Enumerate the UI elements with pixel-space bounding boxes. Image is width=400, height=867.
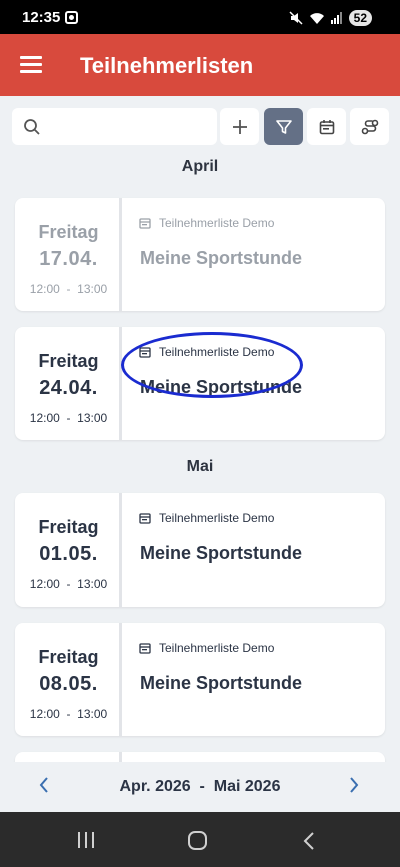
event-weekday: Freitag [38, 351, 99, 371]
event-end: 13:00 [77, 411, 108, 425]
calendar-icon [139, 643, 151, 654]
search-input[interactable] [50, 114, 210, 139]
menu-icon[interactable] [20, 56, 42, 73]
back-button[interactable] [302, 831, 316, 851]
event-end: 13:00 [77, 707, 108, 721]
page-title: Teilnehmerlisten [80, 53, 254, 78]
event-name: Meine Sportstunde [140, 673, 303, 693]
event-times: 12:00 - 13:00 [29, 707, 108, 721]
event-date: 08.05. [39, 673, 98, 695]
status-time: 12:35 [22, 9, 61, 26]
search-box[interactable] [12, 108, 217, 145]
event-date-panel: Freitag 08.05. 12:00 - 13:00 [15, 623, 122, 736]
event-date-panel: Freitag 24.04. 12:00 - 13:00 [15, 327, 122, 440]
event-date: 01.05. [39, 543, 98, 565]
event-weekday: Freitag [38, 517, 99, 537]
event-times: 12:00 - 13:00 [29, 577, 108, 591]
event-card[interactable]: Freitag 17.04. 12:00 - 13:00 Teilnehmerl… [15, 198, 385, 311]
range-separator: - [199, 778, 205, 795]
event-date-panel: Freitag 01.05. 12:00 - 13:00 [15, 493, 122, 607]
range-start: Apr. 2026 [119, 778, 191, 795]
signal-icon [330, 12, 342, 24]
status-bar: 12:35 52 [0, 0, 400, 34]
battery-indicator: 52 [348, 10, 372, 26]
toolbar [12, 108, 390, 145]
filter-button[interactable] [264, 108, 303, 145]
date-range-label: Apr. 2026 - Mai 2026 [0, 778, 400, 796]
event-weekday: Freitag [38, 222, 99, 242]
status-icons: 52 [289, 10, 372, 26]
wifi-icon [309, 12, 324, 24]
recent-apps-button[interactable] [78, 832, 94, 848]
app-bar: Teilnehmerlisten [0, 34, 400, 96]
add-button[interactable] [220, 108, 259, 145]
event-list-label: Teilnehmerliste Demo [139, 641, 274, 655]
route-button[interactable] [350, 108, 389, 145]
event-start: 12:00 [29, 707, 60, 721]
plus-icon [232, 119, 247, 134]
event-card[interactable]: Freitag 01.05. 12:00 - 13:00 Teilnehmerl… [15, 493, 385, 607]
event-list-name: Teilnehmerliste Demo [159, 641, 275, 655]
event-date: 24.04. [39, 377, 98, 399]
route-icon [361, 119, 378, 134]
event-list-label: Teilnehmerliste Demo [139, 216, 274, 230]
event-list-name: Teilnehmerliste Demo [159, 216, 275, 230]
event-card[interactable]: Freitag 08.05. 12:00 - 13:00 Teilnehmerl… [15, 623, 385, 736]
search-icon [24, 119, 40, 135]
highlight-annotation [121, 332, 303, 398]
date-range-footer: Apr. 2026 - Mai 2026 [0, 762, 400, 812]
month-header-april: April [181, 158, 219, 175]
filter-icon [275, 119, 292, 134]
event-list-name: Teilnehmerliste Demo [159, 511, 275, 525]
event-end: 13:00 [77, 282, 108, 296]
range-end: Mai 2026 [213, 778, 281, 795]
month-header-mai: Mai [186, 458, 214, 475]
event-date-panel: Freitag 17.04. 12:00 - 13:00 [15, 198, 122, 311]
calendar-icon [139, 218, 151, 229]
event-weekday: Freitag [38, 647, 99, 667]
event-start: 12:00 [29, 282, 60, 296]
home-button[interactable] [188, 831, 207, 850]
screen-record-icon [65, 11, 78, 24]
event-list-label: Teilnehmerliste Demo [139, 511, 274, 525]
system-nav-bar [0, 812, 400, 867]
event-name: Meine Sportstunde [140, 248, 303, 268]
event-times: 12:00 - 13:00 [29, 282, 108, 296]
event-name: Meine Sportstunde [140, 543, 303, 563]
event-start: 12:00 [29, 411, 60, 425]
calendar-icon [139, 513, 151, 524]
calendar-button[interactable] [307, 108, 346, 145]
chevron-right-icon[interactable] [348, 776, 360, 794]
event-start: 12:00 [29, 577, 60, 591]
calendar-icon [319, 119, 334, 134]
event-times: 12:00 - 13:00 [29, 411, 108, 425]
event-end: 13:00 [77, 577, 108, 591]
event-date: 17.04. [39, 248, 98, 270]
mute-icon [289, 11, 303, 25]
